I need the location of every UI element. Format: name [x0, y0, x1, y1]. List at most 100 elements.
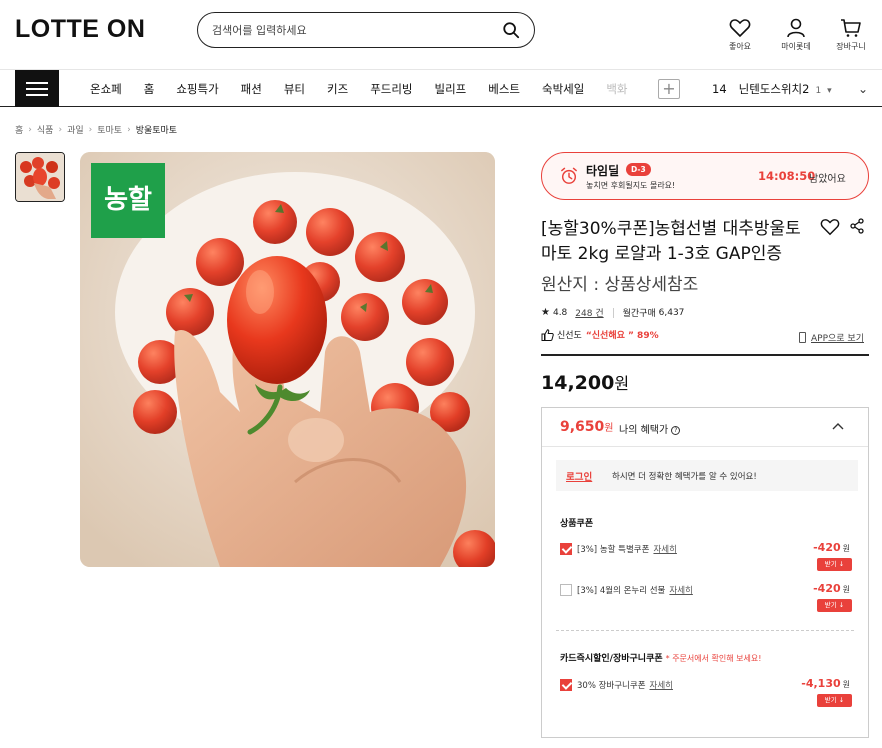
share-icon[interactable] [849, 218, 865, 234]
nav-item-beauty[interactable]: 뷰티 [284, 81, 305, 97]
product-coupon-title: 상품쿠폰 [560, 519, 594, 529]
coupon-amount: -420 원 [813, 582, 850, 595]
wishlist-button[interactable]: 좋아요 [715, 18, 765, 52]
coupon-detail-link[interactable]: 자세히 [669, 586, 692, 596]
lotte-on-logo[interactable]: LOTTE ON [15, 15, 145, 44]
login-prompt: 로그인 하시면 더 정확한 혜택가를 알 수 있어요! [556, 460, 858, 491]
nav-item-shopping-deal[interactable]: 쇼핑특가 [176, 81, 218, 97]
nav-item-kids[interactable]: 키즈 [327, 81, 348, 97]
timedeal-countdown: 14:08:50 [758, 169, 816, 183]
search-bar[interactable] [197, 12, 535, 48]
nav-more-button[interactable]: + [658, 79, 680, 99]
timedeal-title: 타임딜 [586, 164, 620, 178]
wishlist-label: 좋아요 [728, 42, 752, 51]
divider [556, 630, 854, 631]
thumbnail-tomato-image [16, 153, 64, 201]
nav-item-best[interactable]: 베스트 [488, 81, 520, 97]
review-count-link[interactable]: 248 건 [575, 306, 603, 319]
coupon-detail-link[interactable]: 자세히 [653, 545, 676, 555]
nav-item-fashion[interactable]: 패션 [241, 81, 262, 97]
trending-change: 1 [815, 86, 822, 96]
timedeal-suffix: 남았어요 [809, 174, 846, 185]
benefit-label-text: 나의 혜택가 [619, 425, 669, 436]
breadcrumb-item[interactable]: 식품 [37, 123, 54, 136]
chevron-down-icon[interactable]: ⌄ [858, 82, 868, 96]
breadcrumb-current[interactable]: 방울토마토 [136, 123, 177, 136]
product-thumbnail[interactable] [15, 152, 65, 202]
coupon-item: [3%] 4월의 온누리 선물 자세히 -420 원 받기 ↓ [560, 582, 852, 620]
nav-item-belief[interactable]: 빌리프 [435, 81, 467, 97]
user-icon [787, 18, 805, 38]
benefit-label: 나의 혜택가 ? [619, 421, 681, 436]
mylotte-label: 마이롯데 [781, 42, 811, 51]
rating-score: 4.8 [552, 307, 568, 318]
coupon-name-text: 30% 장바구니쿠폰 [577, 681, 646, 691]
coupon-amount: -420 원 [813, 541, 850, 554]
product-price: 14,200원 [541, 370, 629, 394]
breadcrumb-item[interactable]: 홈 [15, 123, 23, 136]
breadcrumb-item[interactable]: 토마토 [97, 123, 122, 136]
trending-up-icon: ▾ [827, 86, 832, 96]
freshness-label: 신선도 [557, 331, 582, 341]
breadcrumb-item[interactable]: 과일 [67, 123, 84, 136]
coupon-detail-link[interactable]: 자세히 [650, 681, 673, 691]
benefit-price-unit: 원 [604, 423, 614, 434]
timedeal-banner: 타임딜 D-3 놓치면 후회될지도 몰라요! 14:08:50 남았어요 [541, 152, 869, 200]
nav-item-onshope[interactable]: 온쇼페 [90, 81, 122, 97]
cart-button[interactable]: 장바구니 [826, 18, 876, 52]
trending-keyword[interactable]: 14 닌텐도스위치2 1 ▾ ⌄ [712, 81, 868, 97]
coupon-get-label: 받기 [824, 696, 837, 704]
search-input[interactable] [212, 21, 492, 39]
coupon-get-button[interactable]: 받기 ↓ [817, 599, 852, 612]
cart-icon [841, 19, 861, 37]
breadcrumb-separator-icon: › [127, 124, 131, 135]
trending-rank: 14 [712, 82, 727, 96]
menu-bar-icon [26, 88, 48, 90]
product-origin: 원산지 : 상품상세참조 [541, 275, 699, 295]
freshness-row: 신선도 “신선해요 ” 89% [541, 328, 659, 341]
menu-button[interactable] [15, 70, 59, 107]
product-title: [농할30%쿠폰]농협선별 대추방울토마토 2kg 로얄과 1-3호 GAP인증 [541, 219, 801, 264]
benefit-header[interactable]: 9,650원 나의 혜택가 ? [542, 408, 868, 447]
coupon-amount: -4,130 원 [801, 677, 850, 690]
mylotte-button[interactable]: 마이롯데 [771, 18, 821, 52]
app-view-link[interactable]: APP으로 보기 [799, 331, 864, 344]
nav-items: 온쇼페 홈 쇼핑특가 패션 뷰티 키즈 푸드리빙 빌리프 베스트 숙박세일 백화 [90, 70, 650, 107]
coupon-amount-value: -420 [813, 582, 841, 595]
timedeal-dday-badge: D-3 [626, 163, 651, 176]
rating-row: ★ 4.8 248 건 월간구매 6,437 [541, 306, 684, 319]
nonghal-logo: 농할 [91, 163, 165, 238]
price-value: 14,200 [541, 372, 615, 394]
login-link[interactable]: 로그인 [566, 469, 592, 483]
app-view-label: APP으로 보기 [811, 334, 864, 344]
monthly-purchase-count: 6,437 [658, 307, 685, 318]
nav-item-home[interactable]: 홈 [144, 81, 155, 97]
coupon-checkbox[interactable] [560, 543, 572, 555]
download-icon: ↓ [838, 696, 845, 704]
card-coupon-note: * 주문서에서 확인해 보세요! [665, 654, 762, 663]
header: LOTTE ON 좋아요 마이롯데 장바구니 [0, 0, 882, 66]
nav-item-department[interactable]: 백화 [606, 81, 627, 97]
product-main-image[interactable]: 농할 [80, 152, 495, 567]
coupon-amount-unit: 원 [842, 680, 850, 689]
question-icon[interactable]: ? [671, 426, 681, 435]
nav-item-stay-sale[interactable]: 숙박세일 [542, 81, 584, 97]
coupon-get-button[interactable]: 받기 ↓ [817, 694, 852, 707]
cart-label: 장바구니 [836, 42, 866, 51]
coupon-amount-value: -4,130 [801, 677, 841, 690]
nav-item-food-living[interactable]: 푸드리빙 [370, 81, 412, 97]
divider [612, 307, 614, 318]
chevron-up-icon[interactable] [832, 422, 844, 430]
download-icon: ↓ [838, 560, 845, 568]
coupon-checkbox[interactable] [560, 584, 572, 596]
coupon-get-button[interactable]: 받기 ↓ [817, 558, 852, 571]
coupon-amount-value: -420 [813, 541, 841, 554]
timedeal-subtitle: 놓치면 후회될지도 몰라요! [586, 181, 676, 190]
search-icon[interactable] [502, 21, 520, 39]
breadcrumb-separator-icon: › [88, 124, 93, 135]
heart-icon[interactable] [820, 218, 840, 236]
coupon-checkbox[interactable] [560, 679, 572, 691]
heart-icon [729, 19, 751, 38]
coupon-amount-unit: 원 [842, 544, 850, 553]
menu-bar-icon [26, 82, 48, 84]
